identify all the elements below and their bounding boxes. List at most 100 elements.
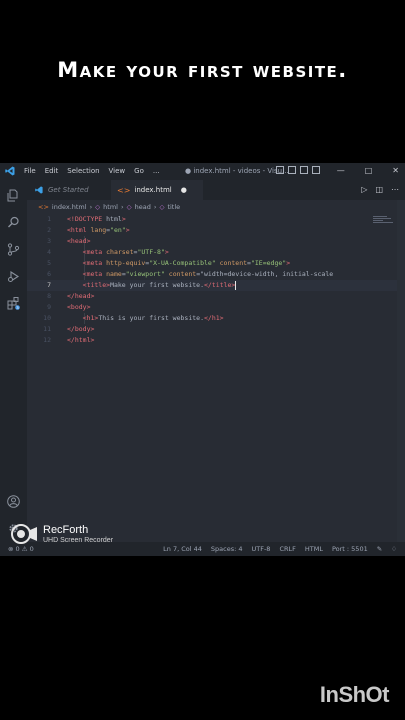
line-number: 6 — [47, 270, 51, 278]
indentation[interactable]: Spaces: 4 — [211, 545, 243, 553]
window-controls: — □ ✕ — [337, 166, 399, 175]
line-number: 1 — [47, 215, 51, 223]
toggle-sidebar-icon[interactable] — [276, 166, 284, 174]
toggle-secondary-sidebar-icon[interactable] — [300, 166, 308, 174]
menu-edit[interactable]: Edit — [45, 167, 59, 175]
inshot-watermark: InShOt — [319, 682, 390, 707]
camera-logo-icon — [11, 524, 37, 544]
extensions-icon[interactable]: 3 — [7, 297, 20, 310]
code-line[interactable]: 1 <!DOCTYPE html> — [27, 214, 405, 225]
element-icon: ◇ — [159, 203, 165, 211]
chevron-right-icon: › — [153, 203, 157, 211]
code-text: <body> — [67, 303, 91, 311]
tab-get-started[interactable]: Get Started — [31, 180, 111, 200]
code-line[interactable]: 10 <h1>This is your first website.</h1> — [27, 313, 405, 324]
recorder-subtitle: UHD Screen Recorder — [43, 537, 114, 544]
code-line[interactable]: 12 </html> — [27, 335, 405, 346]
line-number: 5 — [47, 259, 51, 267]
code-line[interactable]: 2 <html lang="en"> — [27, 225, 405, 236]
code-editor[interactable]: 1 <!DOCTYPE html> 2 <html lang="en"> 3 <head>… — [27, 200, 405, 542]
layout-controls — [276, 166, 320, 174]
code-line[interactable]: 5 <meta http-equiv="X-UA-Compatible" con… — [27, 258, 405, 269]
element-icon: ◇ — [126, 203, 132, 211]
breadcrumb-title[interactable]: title — [167, 203, 180, 211]
line-number: 11 — [43, 325, 51, 333]
close-icon[interactable]: ✕ — [392, 166, 399, 175]
line-ending[interactable]: CRLF — [279, 545, 295, 553]
notifications-bell-icon[interactable]: ♢ — [391, 545, 397, 553]
code-area: 1 <!DOCTYPE html> 2 <html lang="en"> 3 <head>… — [27, 214, 405, 346]
code-text: </html> — [67, 336, 95, 344]
language-mode[interactable]: HTML — [305, 545, 323, 553]
source-control-icon[interactable] — [7, 243, 20, 256]
accounts-icon[interactable] — [7, 495, 20, 508]
code-text: </head> — [67, 292, 95, 300]
status-bar: ⊗ 0 ⚠ 0 Ln 7, Col 44 Spaces: 4 UTF-8 CRL… — [0, 542, 405, 556]
extensions-badge: 3 — [16, 306, 18, 310]
editor-actions: ▷ ◫ ⋯ — [361, 185, 399, 194]
line-number: 7 — [47, 281, 51, 289]
activity-bar: 3 — [0, 180, 27, 542]
minimap[interactable] — [373, 216, 397, 226]
run-debug-icon[interactable] — [7, 270, 20, 283]
code-line[interactable]: 3 <head> — [27, 236, 405, 247]
code-text: <head> — [67, 237, 91, 245]
code-line[interactable]: 7 <title>Make your first website.</title… — [27, 280, 405, 291]
feedback-icon[interactable]: ✎ — [377, 545, 382, 553]
menu-selection[interactable]: Selection — [67, 167, 99, 175]
chevron-right-icon: › — [89, 203, 93, 211]
breadcrumb-head[interactable]: head — [135, 203, 151, 211]
code-text: <!DOCTYPE html> — [67, 215, 126, 223]
unsaved-dot-icon[interactable]: ● — [181, 186, 187, 194]
tab-index-html-label: index.html — [134, 186, 172, 194]
maximize-icon[interactable]: □ — [365, 166, 373, 175]
customize-layout-icon[interactable] — [312, 166, 320, 174]
tab-index-html[interactable]: <> index.html ● — [111, 180, 203, 200]
code-line[interactable]: 9 <body> — [27, 302, 405, 313]
menu-bar: File Edit Selection View Go ... — [24, 167, 169, 175]
title-bar: File Edit Selection View Go ... ● index.… — [0, 163, 405, 180]
code-text: <title>Make your first website.</title> — [82, 280, 237, 290]
code-text: <meta name="viewport" content="width=dev… — [82, 270, 334, 278]
line-number: 10 — [43, 314, 51, 322]
problems-indicator[interactable]: ⊗ 0 ⚠ 0 — [8, 545, 34, 553]
minimize-icon[interactable]: — — [337, 166, 345, 175]
code-line[interactable]: 11 </body> — [27, 324, 405, 335]
explorer-icon[interactable] — [7, 189, 20, 202]
vscode-window: File Edit Selection View Go ... ● index.… — [0, 163, 405, 556]
encoding[interactable]: UTF-8 — [252, 545, 271, 553]
line-number: 4 — [47, 248, 51, 256]
html-file-icon: <> — [117, 185, 131, 195]
menu-go[interactable]: Go — [134, 167, 144, 175]
menu-view[interactable]: View — [109, 167, 126, 175]
run-icon[interactable]: ▷ — [361, 185, 367, 194]
code-text: <meta charset="UTF-8"> — [82, 248, 169, 256]
line-number: 3 — [47, 237, 51, 245]
more-actions-icon[interactable]: ⋯ — [391, 185, 399, 194]
breadcrumb-file[interactable]: index.html — [52, 203, 87, 211]
code-text: <meta http-equiv="X-UA-Compatible" conte… — [82, 259, 291, 267]
breadcrumb: <> index.html › ◇ html › ◇ head › ◇ titl… — [38, 203, 180, 211]
tab-get-started-label: Get Started — [48, 186, 89, 194]
menu-more[interactable]: ... — [153, 167, 160, 175]
breadcrumb-html[interactable]: html — [103, 203, 118, 211]
code-line[interactable]: 8 </head> — [27, 291, 405, 302]
menu-file[interactable]: File — [24, 167, 36, 175]
vertical-scrollbar[interactable] — [397, 200, 405, 542]
window-title: ● index.html - videos - Visu... — [185, 167, 289, 175]
text-cursor — [235, 280, 237, 290]
cursor-position[interactable]: Ln 7, Col 44 — [163, 545, 202, 553]
live-server-port[interactable]: Port : 5501 — [332, 545, 368, 553]
vscode-logo-icon — [5, 166, 15, 176]
code-line[interactable]: 4 <meta charset="UTF-8"> — [27, 247, 405, 258]
split-editor-icon[interactable]: ◫ — [375, 185, 383, 194]
html-file-icon: <> — [38, 203, 49, 211]
line-number: 2 — [47, 226, 51, 234]
video-caption: Make your first website. — [57, 58, 348, 82]
code-line[interactable]: 6 <meta name="viewport" content="width=d… — [27, 269, 405, 280]
toggle-panel-icon[interactable] — [288, 166, 296, 174]
line-number: 9 — [47, 303, 51, 311]
element-icon: ◇ — [95, 203, 101, 211]
search-icon[interactable] — [7, 216, 20, 229]
recorder-name: RecForth — [43, 524, 89, 536]
